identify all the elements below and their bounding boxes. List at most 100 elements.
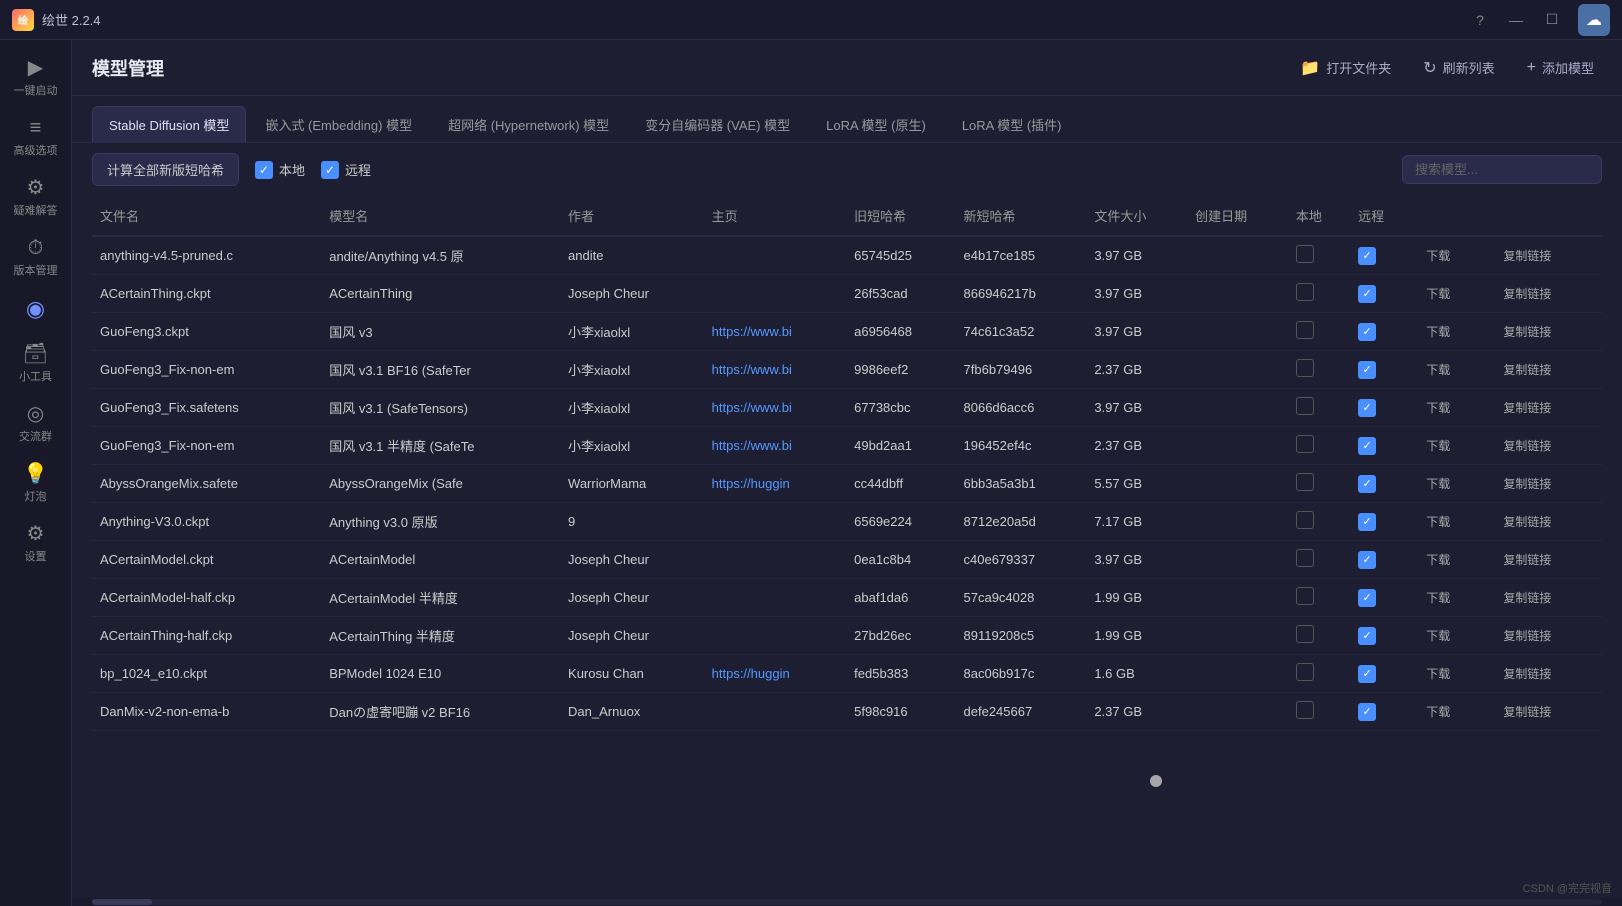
download-button[interactable]: 下载 — [1420, 589, 1456, 607]
cell-copy-link[interactable]: 复制链接 — [1489, 579, 1602, 617]
cell-local-checkbox[interactable] — [1288, 236, 1350, 275]
corner-icon-button[interactable]: ☁ — [1578, 4, 1610, 36]
local-check[interactable] — [1296, 435, 1314, 453]
cell-remote-checkbox[interactable]: ✓ — [1350, 541, 1412, 579]
cell-download[interactable]: 下载 — [1412, 579, 1489, 617]
add-model-button[interactable]: + 添加模型 — [1519, 54, 1602, 81]
refresh-button[interactable]: ↻ 刷新列表 — [1415, 54, 1502, 82]
local-check[interactable] — [1296, 397, 1314, 415]
cell-remote-checkbox[interactable]: ✓ — [1350, 351, 1412, 389]
sidebar-item-troubleshoot[interactable]: ⚙ 疑难解答 — [0, 168, 71, 228]
remote-check[interactable]: ✓ — [1358, 551, 1376, 569]
sidebar-item-ideas[interactable]: 💡 灯泡 — [0, 454, 71, 514]
open-folder-button[interactable]: 📁 打开文件夹 — [1292, 54, 1399, 82]
cell-local-checkbox[interactable] — [1288, 503, 1350, 541]
sidebar-item-version[interactable]: ⏱ 版本管理 — [0, 228, 71, 288]
cell-remote-checkbox[interactable]: ✓ — [1350, 579, 1412, 617]
download-button[interactable]: 下载 — [1420, 247, 1456, 265]
sidebar-item-models[interactable]: ◉ — [0, 288, 71, 334]
cell-remote-checkbox[interactable]: ✓ — [1350, 465, 1412, 503]
cell-copy-link[interactable]: 复制链接 — [1489, 541, 1602, 579]
tab-vae[interactable]: 变分自编码器 (VAE) 模型 — [628, 106, 807, 142]
cell-download[interactable]: 下载 — [1412, 541, 1489, 579]
download-button[interactable]: 下载 — [1420, 627, 1456, 645]
remote-check[interactable]: ✓ — [1358, 703, 1376, 721]
cell-download[interactable]: 下载 — [1412, 389, 1489, 427]
tab-lora-native[interactable]: LoRA 模型 (原生) — [809, 106, 943, 142]
cell-remote-checkbox[interactable]: ✓ — [1350, 389, 1412, 427]
copy-link-button[interactable]: 复制链接 — [1497, 703, 1557, 721]
cell-copy-link[interactable]: 复制链接 — [1489, 617, 1602, 655]
cell-copy-link[interactable]: 复制链接 — [1489, 465, 1602, 503]
local-check[interactable] — [1296, 701, 1314, 719]
cell-remote-checkbox[interactable]: ✓ — [1350, 655, 1412, 693]
cell-download[interactable]: 下载 — [1412, 465, 1489, 503]
remote-check[interactable]: ✓ — [1358, 361, 1376, 379]
local-check[interactable] — [1296, 321, 1314, 339]
download-button[interactable]: 下载 — [1420, 361, 1456, 379]
cell-download[interactable]: 下载 — [1412, 693, 1489, 731]
remote-check[interactable]: ✓ — [1358, 323, 1376, 341]
cell-copy-link[interactable]: 复制链接 — [1489, 693, 1602, 731]
cell-local-checkbox[interactable] — [1288, 579, 1350, 617]
download-button[interactable]: 下载 — [1420, 285, 1456, 303]
cell-local-checkbox[interactable] — [1288, 693, 1350, 731]
copy-link-button[interactable]: 复制链接 — [1497, 285, 1557, 303]
remote-check[interactable]: ✓ — [1358, 399, 1376, 417]
cell-copy-link[interactable]: 复制链接 — [1489, 351, 1602, 389]
local-check[interactable] — [1296, 587, 1314, 605]
copy-link-button[interactable]: 复制链接 — [1497, 627, 1557, 645]
remote-check[interactable]: ✓ — [1358, 285, 1376, 303]
download-button[interactable]: 下载 — [1420, 475, 1456, 493]
copy-link-button[interactable]: 复制链接 — [1497, 589, 1557, 607]
sidebar-item-community[interactable]: ◎ 交流群 — [0, 394, 71, 454]
cell-copy-link[interactable]: 复制链接 — [1489, 503, 1602, 541]
cell-local-checkbox[interactable] — [1288, 427, 1350, 465]
sidebar-item-launch[interactable]: ▶ 一键启动 — [0, 48, 71, 108]
copy-link-button[interactable]: 复制链接 — [1497, 665, 1557, 683]
minimize-button[interactable]: — — [1506, 12, 1526, 28]
download-button[interactable]: 下载 — [1420, 323, 1456, 341]
cell-download[interactable]: 下载 — [1412, 351, 1489, 389]
cell-local-checkbox[interactable] — [1288, 465, 1350, 503]
remote-checkbox[interactable]: ✓ — [321, 161, 339, 179]
remote-check[interactable]: ✓ — [1358, 475, 1376, 493]
cell-remote-checkbox[interactable]: ✓ — [1350, 693, 1412, 731]
download-button[interactable]: 下载 — [1420, 513, 1456, 531]
cell-remote-checkbox[interactable]: ✓ — [1350, 427, 1412, 465]
cell-download[interactable]: 下载 — [1412, 617, 1489, 655]
cell-local-checkbox[interactable] — [1288, 541, 1350, 579]
local-check[interactable] — [1296, 625, 1314, 643]
tab-hypernetwork[interactable]: 超网络 (Hypernetwork) 模型 — [431, 106, 626, 142]
cell-copy-link[interactable]: 复制链接 — [1489, 313, 1602, 351]
cell-copy-link[interactable]: 复制链接 — [1489, 655, 1602, 693]
cell-local-checkbox[interactable] — [1288, 389, 1350, 427]
copy-link-button[interactable]: 复制链接 — [1497, 399, 1557, 417]
sidebar-item-tools[interactable]: 🗃 小工具 — [0, 334, 71, 394]
cell-copy-link[interactable]: 复制链接 — [1489, 236, 1602, 275]
cell-remote-checkbox[interactable]: ✓ — [1350, 275, 1412, 313]
copy-link-button[interactable]: 复制链接 — [1497, 513, 1557, 531]
copy-link-button[interactable]: 复制链接 — [1497, 247, 1557, 265]
cell-copy-link[interactable]: 复制链接 — [1489, 389, 1602, 427]
local-check[interactable] — [1296, 245, 1314, 263]
sidebar-item-advanced[interactable]: ≡ 高级选项 — [0, 108, 71, 168]
tab-embedding[interactable]: 嵌入式 (Embedding) 模型 — [248, 106, 429, 142]
cell-local-checkbox[interactable] — [1288, 617, 1350, 655]
remote-check[interactable]: ✓ — [1358, 247, 1376, 265]
copy-link-button[interactable]: 复制链接 — [1497, 551, 1557, 569]
help-button[interactable]: ? — [1470, 12, 1490, 28]
cell-download[interactable]: 下载 — [1412, 655, 1489, 693]
local-checkbox[interactable]: ✓ — [255, 161, 273, 179]
remote-check[interactable]: ✓ — [1358, 589, 1376, 607]
remote-check[interactable]: ✓ — [1358, 665, 1376, 683]
tab-lora-plugin[interactable]: LoRA 模型 (插件) — [945, 106, 1079, 142]
local-check[interactable] — [1296, 283, 1314, 301]
remote-check[interactable]: ✓ — [1358, 437, 1376, 455]
cell-copy-link[interactable]: 复制链接 — [1489, 427, 1602, 465]
remote-check[interactable]: ✓ — [1358, 627, 1376, 645]
remote-check[interactable]: ✓ — [1358, 513, 1376, 531]
copy-link-button[interactable]: 复制链接 — [1497, 437, 1557, 455]
horizontal-scrollbar[interactable] — [72, 898, 1622, 906]
local-check[interactable] — [1296, 511, 1314, 529]
